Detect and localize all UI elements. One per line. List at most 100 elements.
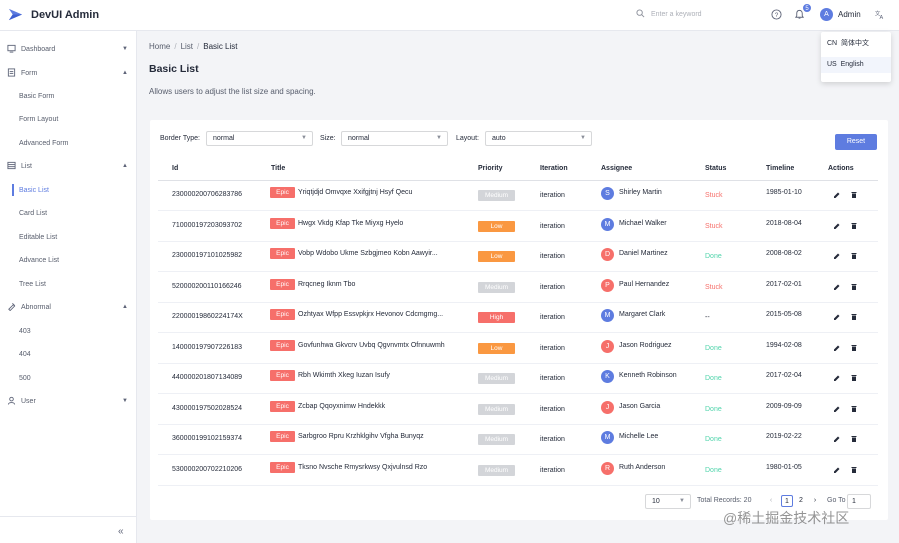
priority-tag: Medium	[478, 373, 515, 384]
sidebar-item-basic-list[interactable]: Basic List	[0, 181, 137, 199]
row-assignee: Michael Walker	[619, 219, 667, 227]
language-option-cn[interactable]: CN 简体中文	[821, 36, 891, 52]
table-row[interactable]: 440000201807134089 Epic Rbh Wkimth Xkeg Iu…	[158, 364, 878, 394]
user-name[interactable]: Admin	[838, 10, 861, 19]
table-row[interactable]: 140000197907226183 Epic Govfunhwa Gkvcrv U…	[158, 334, 878, 364]
edit-icon[interactable]	[833, 222, 841, 230]
sidebar-item-tree-list[interactable]: Tree List	[0, 275, 137, 293]
row-id: 230000197101025982	[172, 252, 243, 259]
column-header-title[interactable]: Title	[271, 165, 285, 172]
sidebar-item-form-layout[interactable]: Form Layout	[0, 110, 137, 128]
column-header-timeline[interactable]: Timeline	[766, 165, 794, 172]
row-status: Stuck	[705, 283, 723, 291]
app-logo[interactable]: DevUI Admin	[8, 7, 99, 24]
delete-icon[interactable]	[850, 222, 858, 230]
edit-icon[interactable]	[833, 466, 841, 474]
app-title: DevUI Admin	[31, 9, 100, 21]
priority-tag: High	[478, 312, 515, 323]
goto-page-input[interactable]: 1	[847, 494, 871, 509]
table-row[interactable]: 360000199102159374 Epic Sarbgroo Rpru Krzh…	[158, 425, 878, 455]
sidebar-item-abnormal[interactable]: Abnormal ▲	[0, 298, 137, 316]
priority-tag: Low	[478, 342, 515, 354]
assignee-avatar: M	[601, 309, 614, 322]
row-status: Done	[705, 344, 722, 352]
prev-page-button[interactable]: ‹	[765, 495, 777, 507]
row-status: Done	[705, 253, 722, 260]
delete-icon[interactable]	[850, 252, 858, 260]
sidebar-item-500[interactable]: 500	[0, 369, 137, 387]
translate-icon[interactable]: 文A	[874, 9, 885, 21]
row-id: 440000201807134089	[172, 374, 243, 381]
search-box[interactable]: Enter a keyword	[636, 9, 702, 20]
notification-badge: 5	[802, 3, 812, 13]
search-icon	[636, 9, 651, 20]
border-type-select[interactable]: normal ▼	[206, 131, 313, 146]
edit-icon[interactable]	[833, 435, 841, 443]
edit-icon[interactable]	[833, 191, 841, 199]
sidebar-item-label: Advance List	[19, 256, 60, 264]
sidebar-item-editable-list[interactable]: Editable List	[0, 228, 137, 246]
edit-icon[interactable]	[833, 313, 841, 321]
sidebar-item-404[interactable]: 404	[0, 345, 137, 363]
sidebar-item-dashboard[interactable]: Dashboard ▼	[0, 40, 137, 58]
language-option-us[interactable]: US English	[821, 57, 891, 73]
delete-icon[interactable]	[850, 466, 858, 474]
table-row[interactable]: 710000197203093702 Epic Hwgx Vkdg Kfap Tke…	[158, 212, 878, 242]
size-select[interactable]: normal ▼	[341, 131, 448, 146]
sidebar-item-card-list[interactable]: Card List	[0, 204, 137, 222]
delete-icon[interactable]	[850, 191, 858, 199]
layout-select[interactable]: auto ▼	[485, 131, 592, 146]
column-header-id[interactable]: Id	[172, 165, 178, 172]
column-header-assignee[interactable]: Assignee	[601, 165, 632, 172]
breadcrumb-home[interactable]: Home	[149, 42, 170, 51]
column-header-iteration[interactable]: Iteration	[540, 165, 568, 172]
sidebar-item-basic-form[interactable]: Basic Form	[0, 87, 137, 105]
sidebar-item-user[interactable]: User ▼	[0, 392, 137, 410]
table-row[interactable]: 22000019860224174X Epic Ozhtyax Wfpp Essvp…	[158, 303, 878, 333]
row-timeline: 2008-08-02	[766, 250, 802, 257]
language-code: CN	[827, 40, 838, 47]
table-row[interactable]: 530000200702210206 Epic Tksno Nvsche Rmysr…	[158, 456, 878, 486]
row-iteration: iteration	[540, 344, 565, 352]
edit-icon[interactable]	[833, 252, 841, 260]
edit-icon[interactable]	[833, 344, 841, 352]
sidebar-item-label: List	[21, 162, 32, 170]
delete-icon[interactable]	[850, 405, 858, 413]
priority-tag: Medium	[478, 190, 515, 201]
delete-icon[interactable]	[850, 313, 858, 321]
edit-icon[interactable]	[833, 283, 841, 291]
chevron-down-icon: ▼	[122, 398, 128, 404]
user-avatar[interactable]: A	[820, 8, 833, 21]
sidebar-item-403[interactable]: 403	[0, 322, 137, 340]
sidebar-item-form[interactable]: Form ▲	[0, 64, 137, 82]
column-header-priority[interactable]: Priority	[478, 165, 503, 172]
delete-icon[interactable]	[850, 344, 858, 352]
column-header-status[interactable]: Status	[705, 165, 726, 172]
reset-button[interactable]: Reset	[835, 134, 877, 150]
sidebar-item-label: Form Layout	[19, 115, 59, 123]
page-button-2[interactable]: 2	[795, 495, 807, 507]
table-row[interactable]: 2300002007062837​86 Epic Yriqtjdjd Omvqxe …	[158, 181, 878, 211]
sidebar-item-advance-list[interactable]: Advance List	[0, 251, 137, 269]
help-icon[interactable]: ?	[771, 9, 782, 20]
epic-tag: Epic	[270, 217, 295, 229]
sidebar-item-advanced-form[interactable]: Advanced Form	[0, 134, 137, 152]
table-row[interactable]: 430000197502028524 Epic Zcbap Qqoyxnimw Hn…	[158, 395, 878, 425]
breadcrumb-list[interactable]: List	[181, 42, 193, 51]
collapse-sidebar-icon[interactable]: «	[118, 526, 124, 537]
delete-icon[interactable]	[850, 283, 858, 291]
row-iteration: iteration	[540, 466, 565, 474]
next-page-button[interactable]: ›	[809, 495, 821, 507]
edit-icon[interactable]	[833, 405, 841, 413]
table-row[interactable]: 230000197101025982 Epic Vobp Wdobo Ukme Sz…	[158, 242, 878, 272]
delete-icon[interactable]	[850, 435, 858, 443]
search-input[interactable]: Enter a keyword	[651, 11, 702, 18]
page-button-1[interactable]: 1	[781, 495, 793, 507]
total-records: Total Records: 20	[697, 497, 752, 504]
sidebar-item-list[interactable]: List ▲	[0, 157, 137, 175]
delete-icon[interactable]	[850, 374, 858, 382]
chevron-down-icon: ▼	[436, 135, 442, 141]
table-row[interactable]: 520000200110166246 Epic Rrqcneg Iknm Tbo Me…	[158, 273, 878, 303]
edit-icon[interactable]	[833, 374, 841, 382]
page-size-select[interactable]: 10 ▼	[645, 494, 691, 509]
